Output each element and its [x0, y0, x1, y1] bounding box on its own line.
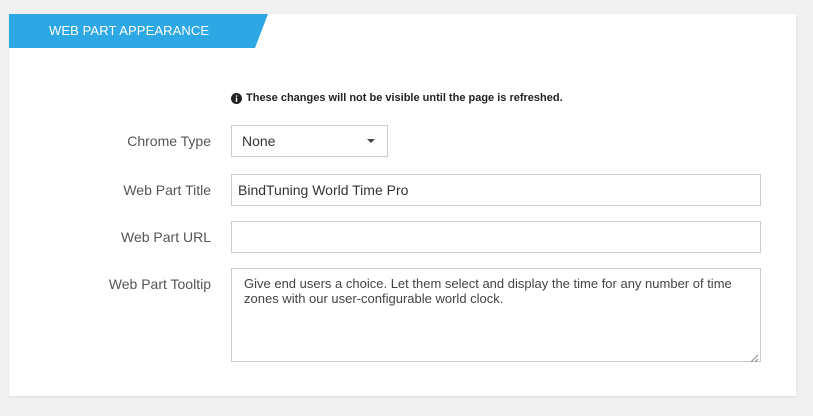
chrome-type-value: None [242, 133, 276, 149]
web-part-title-label: Web Part Title [123, 182, 211, 198]
chrome-type-select[interactable]: None [231, 125, 388, 157]
web-part-url-input[interactable] [231, 221, 761, 253]
web-part-tooltip-label: Web Part Tooltip [108, 276, 211, 292]
refresh-notice: These changes will not be visible until … [231, 92, 563, 104]
section-header-tab: WEB PART APPEARANCE [9, 14, 268, 48]
web-part-tooltip-textarea[interactable]: Give end users a choice. Let them select… [231, 268, 761, 363]
resize-grip-icon[interactable] [750, 351, 759, 363]
web-part-tooltip-value: Give end users a choice. Let them select… [244, 276, 732, 306]
section-title: WEB PART APPEARANCE [49, 23, 210, 38]
caret-down-icon [367, 139, 375, 143]
chrome-type-label: Chrome Type [127, 133, 211, 149]
web-part-appearance-panel: WEB PART APPEARANCE These changes will n… [9, 14, 796, 396]
web-part-url-label: Web Part URL [121, 229, 211, 245]
info-circle-icon [231, 92, 242, 104]
web-part-title-value: BindTuning World Time Pro [238, 182, 409, 198]
web-part-title-input[interactable]: BindTuning World Time Pro [231, 174, 761, 206]
notice-text: These changes will not be visible until … [246, 92, 563, 104]
